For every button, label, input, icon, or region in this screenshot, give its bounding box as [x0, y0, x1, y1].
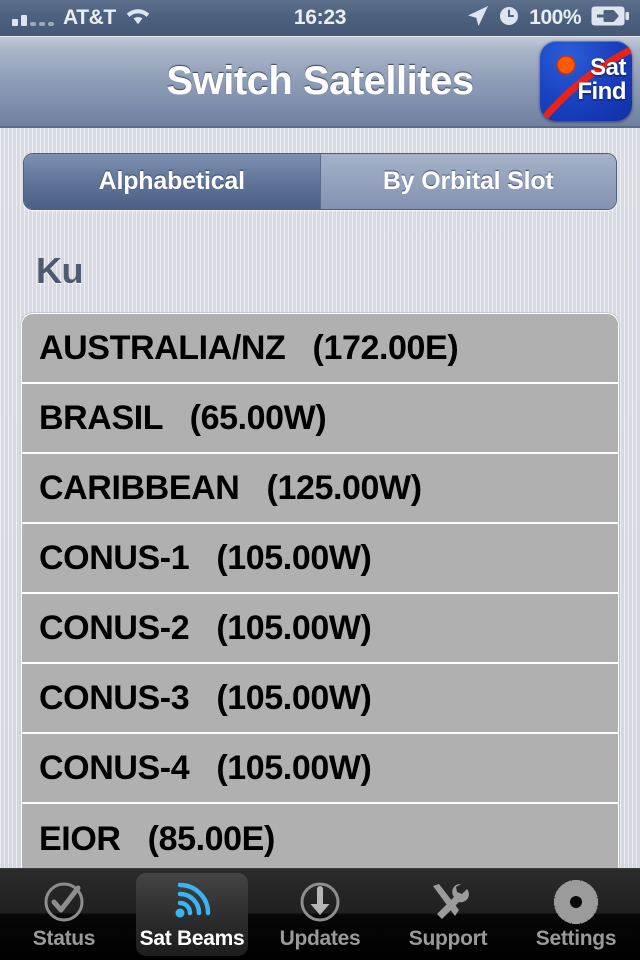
- tab-label: Updates: [279, 926, 361, 950]
- table-row[interactable]: CONUS-3 (105.00W): [22, 664, 618, 734]
- tab-bar: Status Sat Beams Updates Support Setting…: [0, 868, 640, 960]
- segment-alphabetical[interactable]: Alphabetical: [24, 154, 320, 209]
- sat-find-line2: Find: [577, 78, 626, 106]
- sat-find-label: Sat Find: [577, 54, 626, 106]
- section-header-ku: Ku: [36, 250, 84, 291]
- sat-find-line1: Sat: [590, 54, 626, 81]
- satellite-row-label: CARIBBEAN (125.00W): [39, 468, 422, 507]
- signal-waves-icon: [169, 879, 215, 925]
- check-circle-icon: [42, 879, 86, 925]
- satellite-row-label: EIOR (85.00E): [39, 819, 275, 858]
- satellite-row-label: CONUS-3 (105.00W): [39, 678, 372, 717]
- tab-label: Settings: [535, 926, 617, 950]
- satellite-row-label: AUSTRALIA/NZ (172.00E): [39, 328, 459, 367]
- tools-icon: [425, 879, 471, 925]
- status-bar: AT&T 16:23 100%: [0, 0, 640, 36]
- table-row[interactable]: EIOR (85.00E): [22, 804, 618, 874]
- tab-label: Support: [408, 926, 488, 950]
- battery-charging-icon: [591, 6, 629, 31]
- battery-percent-label: 100%: [529, 6, 581, 29]
- satellite-list[interactable]: AUSTRALIA/NZ (172.00E) BRASIL (65.00W) C…: [21, 313, 619, 874]
- table-row[interactable]: BRASIL (65.00W): [22, 384, 618, 454]
- tab-status[interactable]: Status: [0, 869, 128, 960]
- tab-settings[interactable]: Settings: [512, 869, 640, 960]
- tab-label: Status: [32, 926, 96, 950]
- gear-icon: [553, 879, 599, 925]
- page-title: Switch Satellites: [166, 58, 474, 103]
- tab-updates[interactable]: Updates: [256, 869, 384, 960]
- tab-label: Sat Beams: [139, 926, 245, 950]
- table-row[interactable]: CONUS-1 (105.00W): [22, 524, 618, 594]
- segment-by-orbital-slot[interactable]: By Orbital Slot: [319, 154, 616, 209]
- location-arrow-icon: [467, 5, 489, 32]
- table-row[interactable]: CARIBBEAN (125.00W): [22, 454, 618, 524]
- table-row[interactable]: CONUS-2 (105.00W): [22, 594, 618, 664]
- satellite-row-label: CONUS-1 (105.00W): [39, 538, 372, 577]
- app-screen: AT&T 16:23 100% Switch Satellites Sat Fi…: [0, 0, 640, 960]
- tab-sat-beams[interactable]: Sat Beams: [128, 869, 256, 960]
- status-bar-right: 100%: [467, 5, 640, 32]
- satellite-row-label: CONUS-4 (105.00W): [39, 748, 372, 787]
- sat-find-button[interactable]: Sat Find: [540, 41, 632, 121]
- table-row[interactable]: CONUS-4 (105.00W): [22, 734, 618, 804]
- navigation-bar: Switch Satellites Sat Find: [0, 36, 640, 128]
- table-row[interactable]: AUSTRALIA/NZ (172.00E): [22, 314, 618, 384]
- tab-support[interactable]: Support: [384, 869, 512, 960]
- satellite-row-label: BRASIL (65.00W): [39, 398, 327, 437]
- download-arrow-icon: [298, 879, 342, 925]
- sort-mode-segmented-control[interactable]: Alphabetical By Orbital Slot: [23, 153, 617, 210]
- satellite-row-label: CONUS-2 (105.00W): [39, 608, 372, 647]
- alarm-clock-icon: [499, 6, 519, 31]
